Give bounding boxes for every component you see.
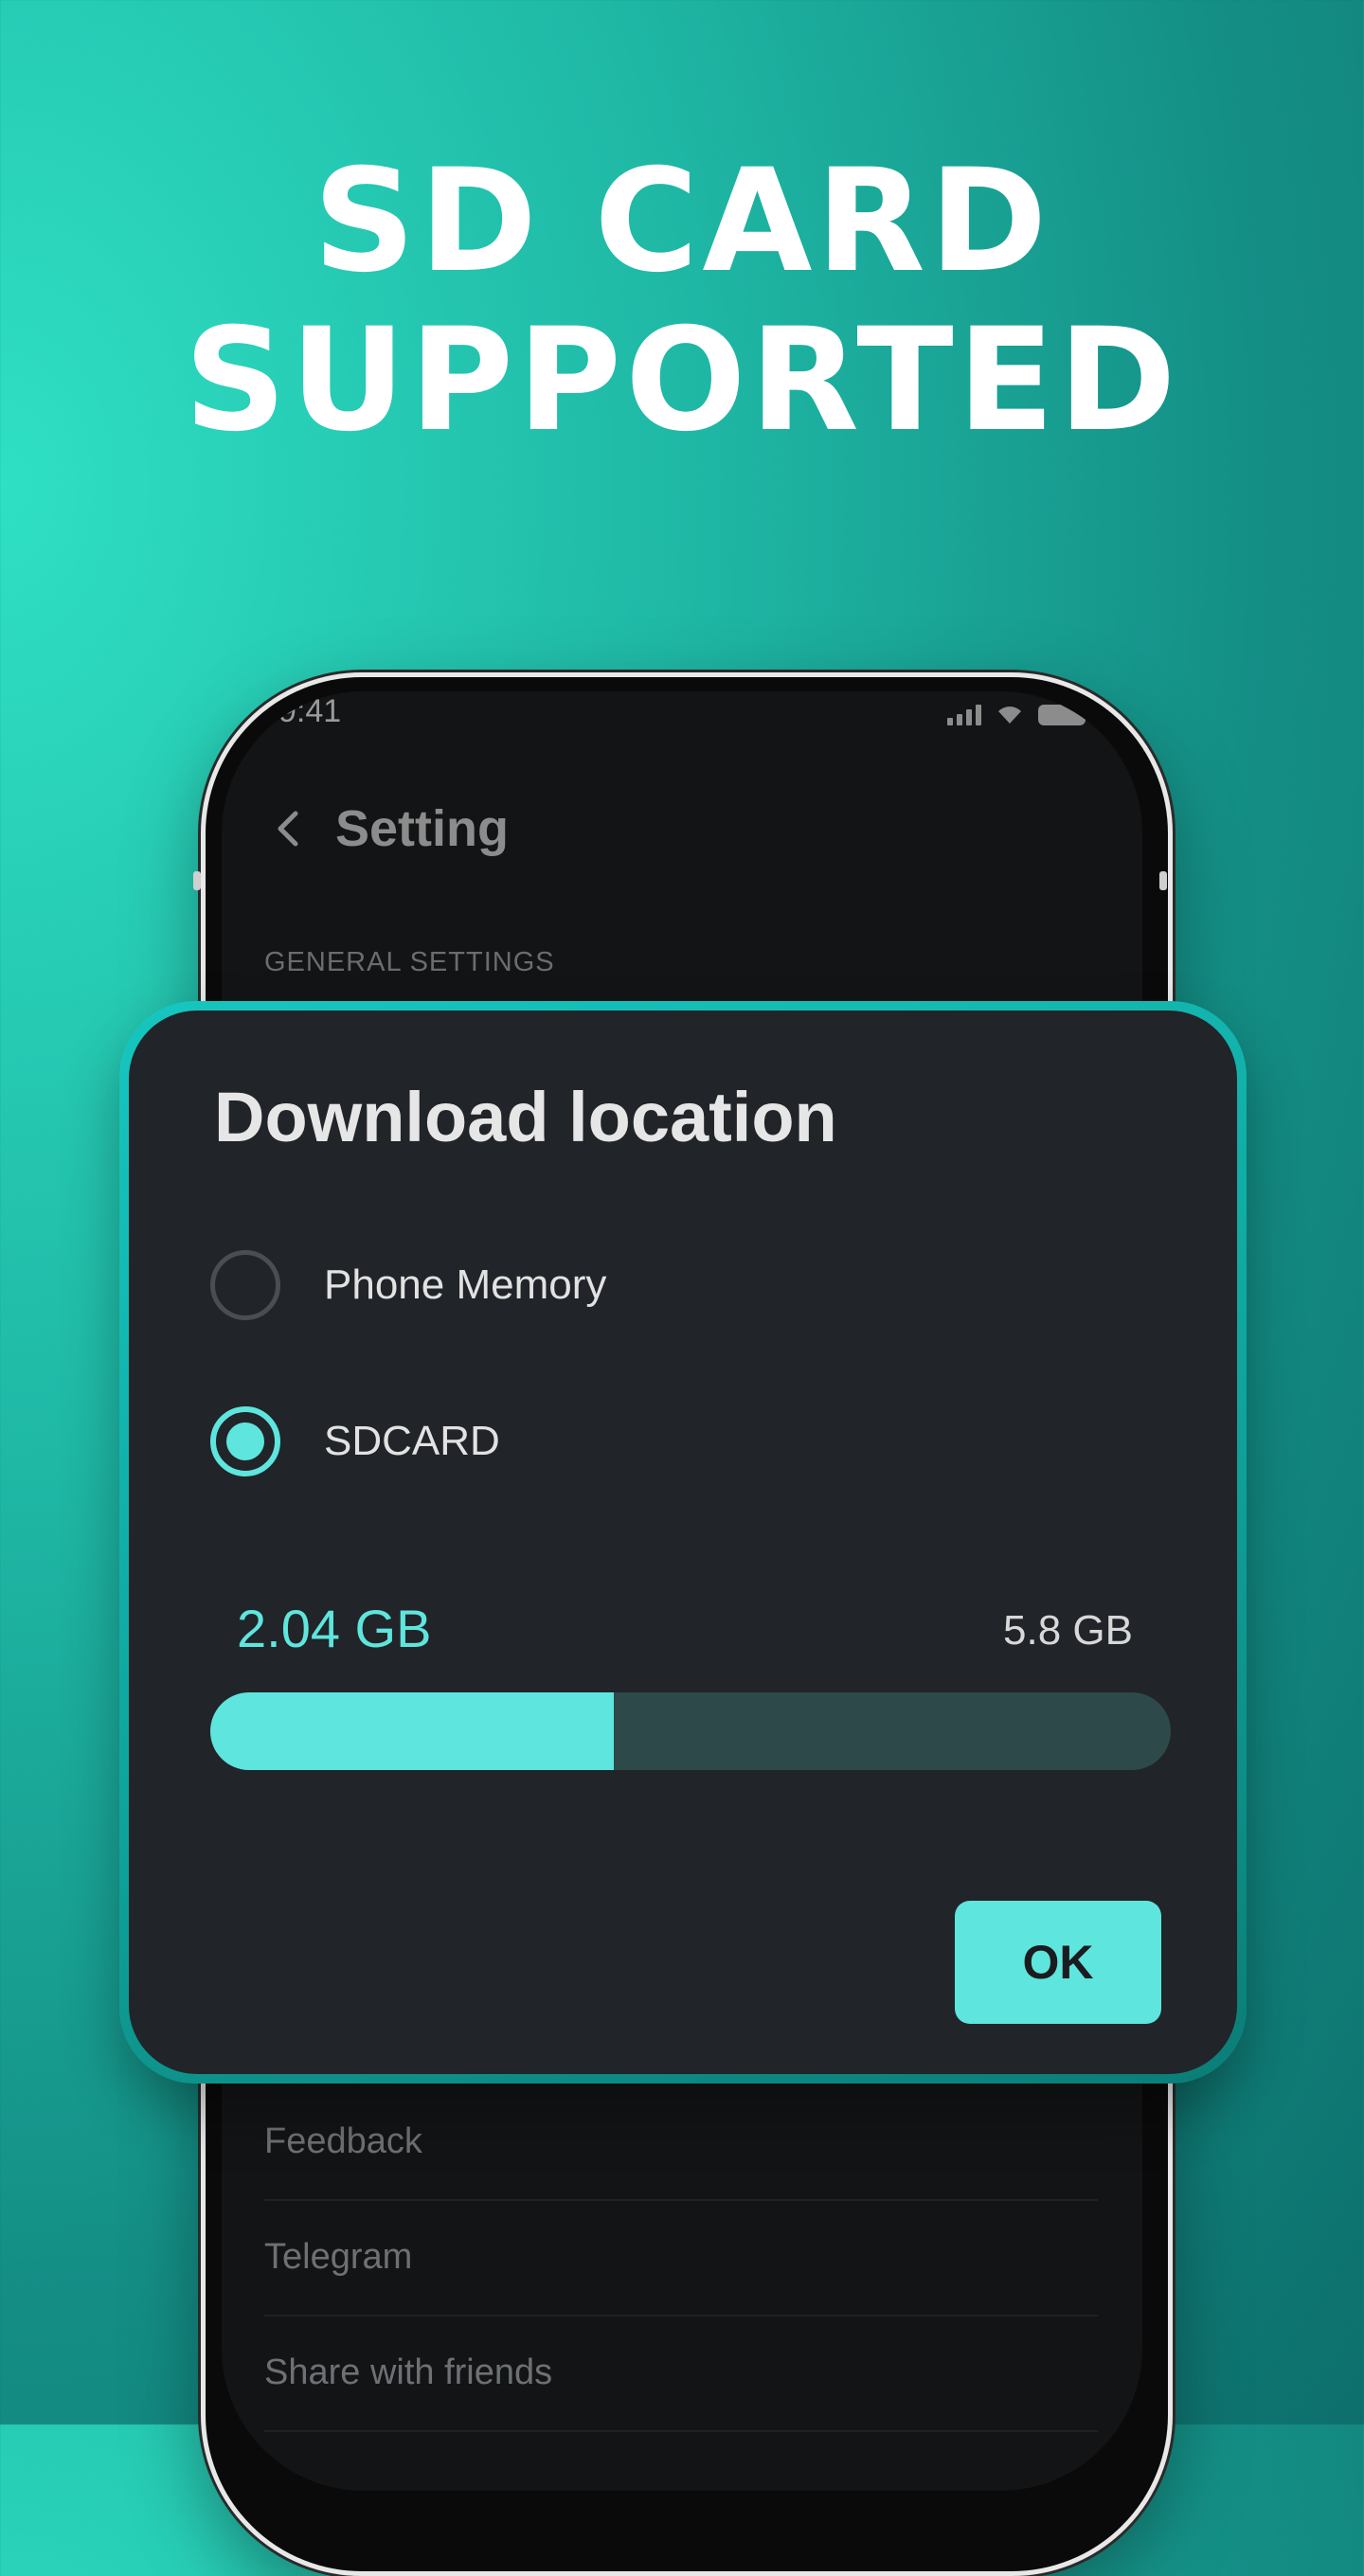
option-phone-memory[interactable]: Phone Memory — [210, 1243, 606, 1328]
settings-item-share[interactable]: Share with friends — [264, 2315, 1098, 2432]
section-label: GENERAL SETTINGS — [264, 947, 555, 977]
back-arrow-icon[interactable] — [269, 810, 307, 848]
wifi-icon — [998, 707, 1021, 724]
status-bar: 9:41 — [222, 691, 1142, 758]
settings-item-telegram[interactable]: Telegram — [264, 2199, 1098, 2317]
option-label-phone-memory: Phone Memory — [324, 1261, 607, 1308]
phone-side-button-right — [1159, 871, 1167, 890]
download-location-dialog: Download location Phone Memory SDCARD 2.… — [129, 1011, 1237, 2074]
option-sdcard[interactable]: SDCARD — [210, 1399, 500, 1484]
ok-button[interactable]: OK — [955, 1901, 1161, 2024]
settings-item-feedback[interactable]: Feedback — [264, 2084, 1098, 2201]
page-title: Setting — [335, 800, 509, 857]
headline: SD CARD SUPPORTED — [0, 142, 1364, 460]
app-header: Setting — [222, 758, 1142, 900]
storage-progress-bar — [210, 1692, 1171, 1770]
storage-used: 2.04 GB — [237, 1599, 432, 1658]
option-label-sdcard: SDCARD — [324, 1418, 500, 1464]
headline-line-2: SUPPORTED — [184, 298, 1180, 463]
dialog-border: Download location Phone Memory SDCARD 2.… — [119, 1001, 1247, 2084]
storage-total: 5.8 GB — [1003, 1607, 1133, 1654]
signal-icon — [947, 705, 981, 725]
status-time: 9:41 — [278, 693, 342, 729]
phone-side-button-left — [193, 871, 201, 890]
status-icons — [947, 703, 1086, 725]
radio-sdcard[interactable] — [210, 1406, 280, 1476]
headline-line-1: SD CARD — [313, 139, 1051, 304]
storage-progress-fill — [210, 1692, 614, 1770]
dialog-title: Download location — [214, 1078, 837, 1156]
radio-phone-memory[interactable] — [210, 1250, 280, 1320]
battery-icon — [1038, 705, 1086, 725]
